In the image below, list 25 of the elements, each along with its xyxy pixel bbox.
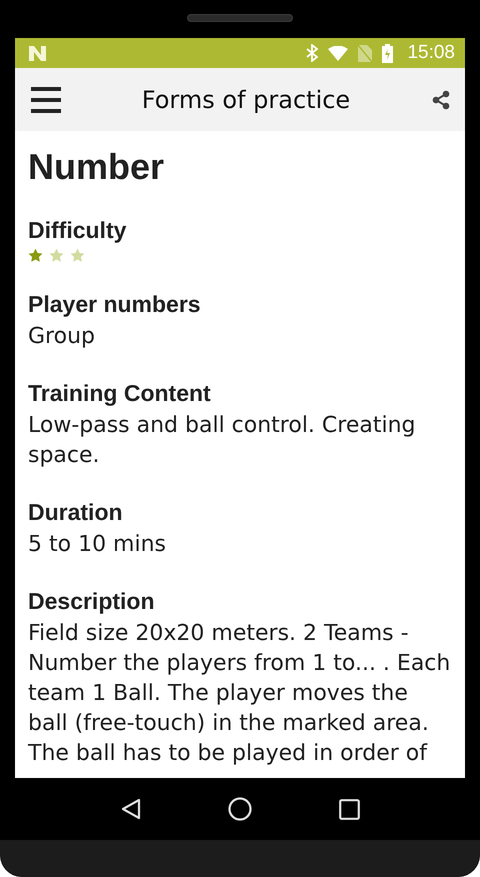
notification-logo-icon (29, 46, 46, 60)
share-icon[interactable] (431, 90, 451, 110)
bluetooth-icon (306, 44, 318, 62)
page-title: Number (28, 145, 166, 189)
home-icon[interactable] (228, 797, 252, 821)
clock-time: 15:08 (407, 42, 455, 64)
section-heading: Player numbers (28, 290, 202, 319)
section-heading: Training Content (28, 379, 212, 408)
back-icon[interactable] (120, 798, 140, 820)
star-icon (49, 248, 64, 263)
section-text: 5 to 10 mins (28, 531, 168, 559)
section-heading: Description (28, 587, 156, 616)
section-text: Field size 20x20 meters. 2 Teams - Number the players from 1 to... . Each team 1 Ball. The player moves the ball (free-touch) in the marked area. The ball has to be played in order of (28, 620, 452, 768)
section-heading: Duration (28, 498, 124, 527)
section-heading: Difficulty (28, 216, 128, 245)
recents-icon[interactable] (338, 798, 360, 820)
battery-charging-icon (382, 44, 394, 62)
star-icon (28, 248, 43, 263)
menu-icon[interactable] (31, 86, 61, 112)
app-title: Forms of practice (140, 86, 352, 114)
section-text: Low-pass and ball control. Creating space. (28, 412, 417, 470)
wifi-icon (328, 46, 348, 60)
star-icon (70, 248, 85, 263)
section-text: Group (28, 323, 96, 351)
no-sim-icon (358, 44, 372, 62)
